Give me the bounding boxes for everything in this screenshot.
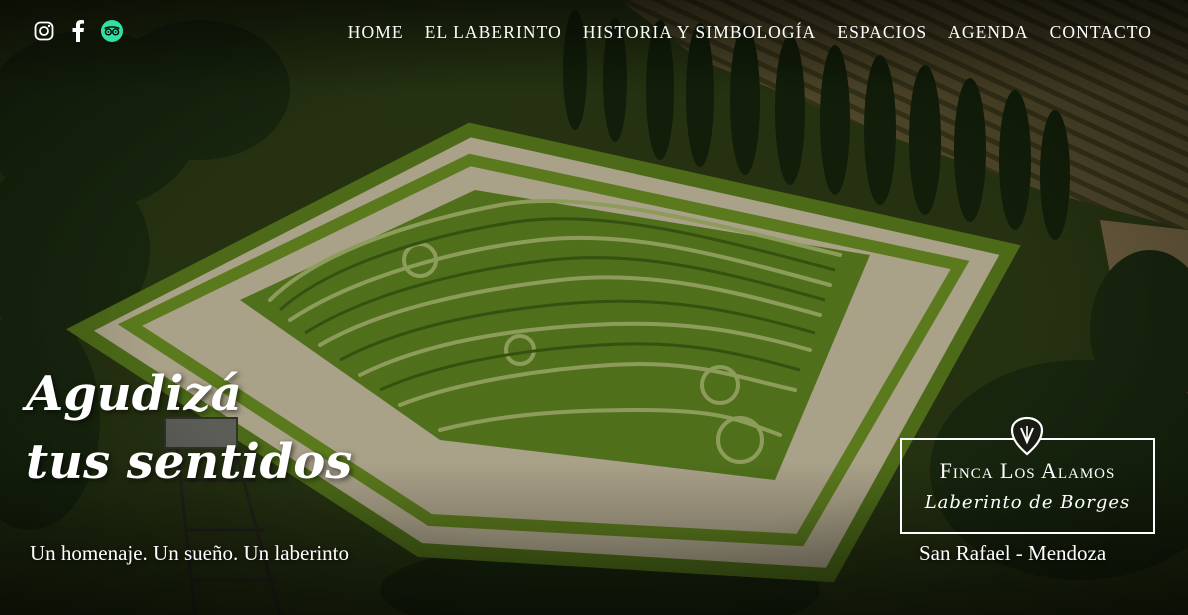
tagline-line-2: tus sentidos [26,434,353,490]
main-nav: HOME EL LABERINTO HISTORIA Y SIMBOLOGÍA … [348,22,1152,43]
nav-historia-y-simbologia[interactable]: HISTORIA Y SIMBOLOGÍA [583,22,816,43]
nav-espacios[interactable]: ESPACIOS [837,22,927,43]
top-bar: HOME EL LABERINTO HISTORIA Y SIMBOLOGÍA … [0,0,1188,64]
shield-icon [1010,416,1044,456]
facebook-icon [72,20,84,42]
tagline-line-1: Agudizá [26,366,242,422]
instagram-link[interactable] [33,20,55,42]
nav-home[interactable]: HOME [348,22,404,43]
location-text: San Rafael - Mendoza [919,541,1107,565]
hero-tagline: Agudizá tus sentidos [26,360,352,496]
social-links [33,20,123,42]
tripadvisor-link[interactable] [101,20,123,42]
instagram-icon [34,21,54,41]
nav-agenda[interactable]: AGENDA [948,22,1028,43]
logo-name: Finca Los Alamos [939,458,1116,483]
logo-subtitle: Laberinto de Borges [924,492,1131,513]
hero-subtitle: Un homenaje. Un sueño. Un laberinto [30,541,350,565]
nav-contacto[interactable]: CONTACTO [1050,22,1152,43]
nav-el-laberinto[interactable]: EL LABERINTO [425,22,562,43]
finca-logo[interactable]: Finca Los Alamos Laberinto de Borges [900,416,1155,534]
facebook-link[interactable] [67,20,89,42]
tripadvisor-icon [101,20,123,42]
